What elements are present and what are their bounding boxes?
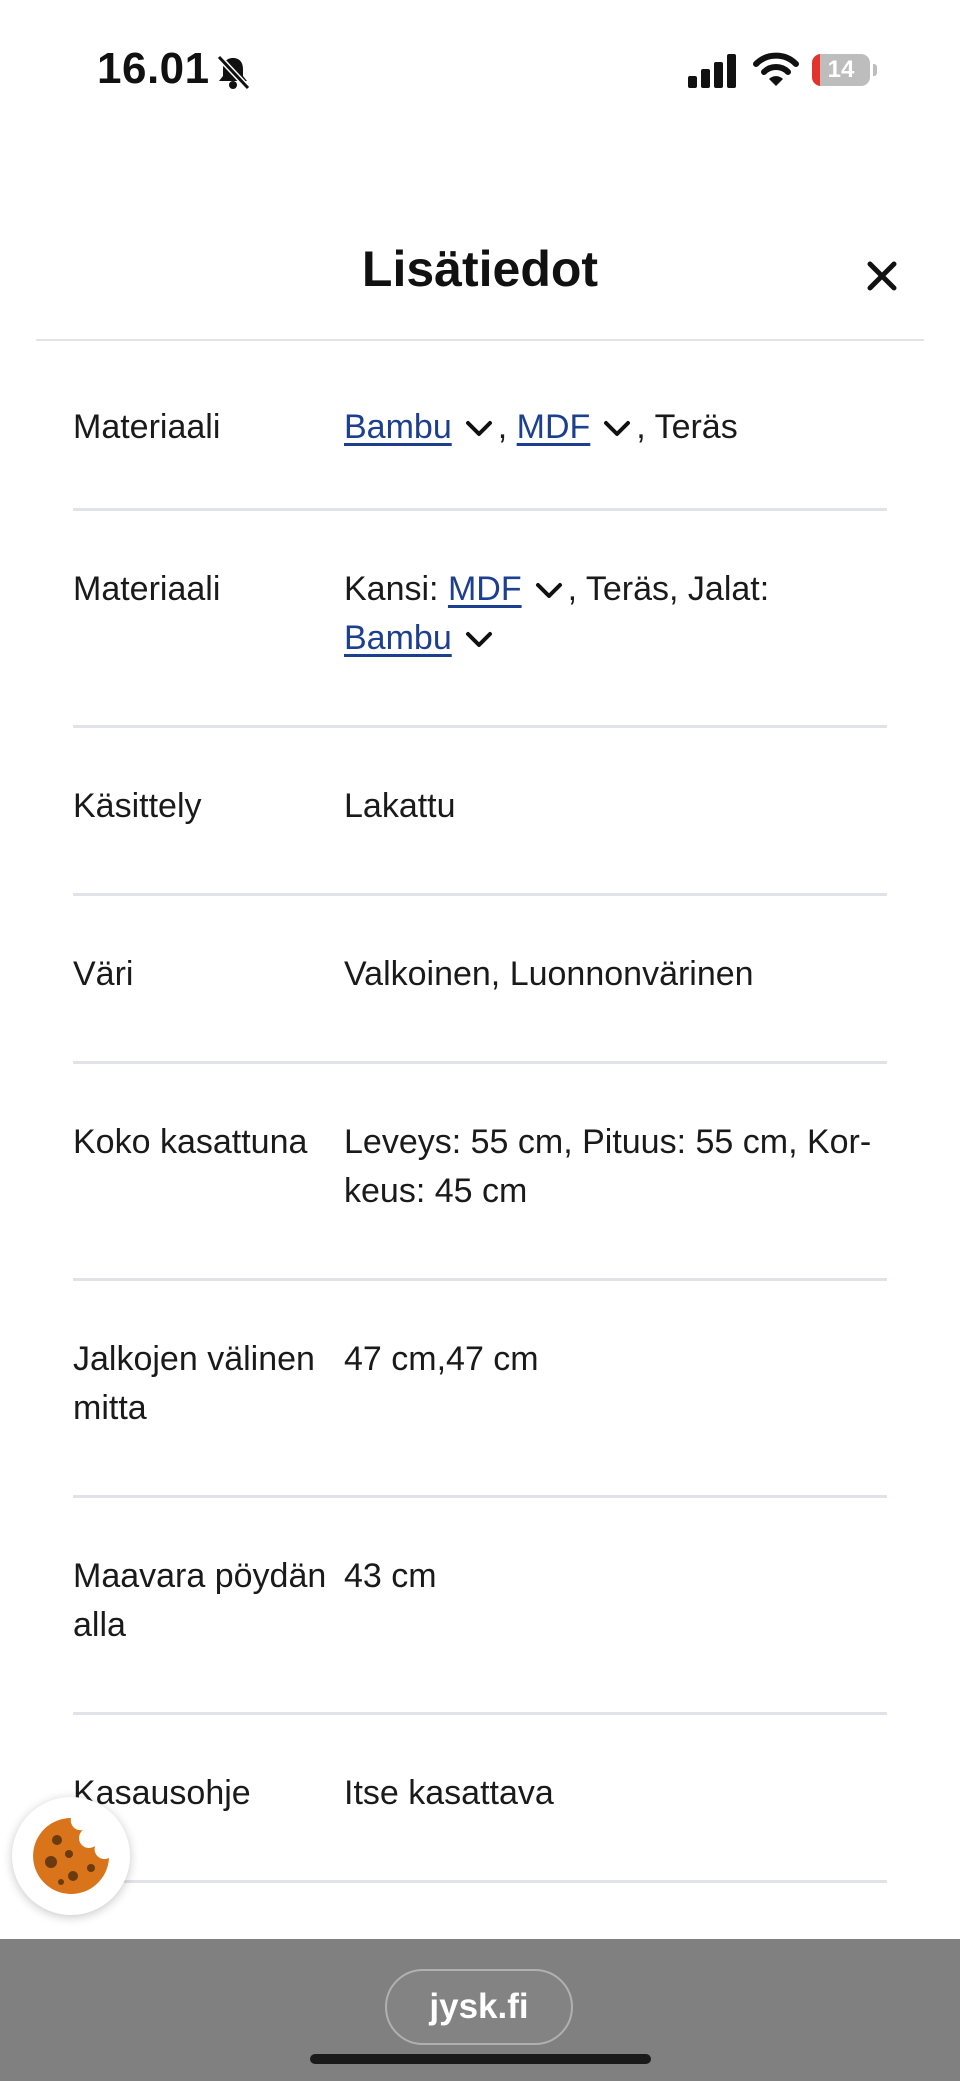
spec-row-material: Materiaali Bambu, MDF , Teräs xyxy=(73,341,887,511)
spec-label: Maavara pöydän alla xyxy=(73,1552,341,1650)
chevron-down-icon[interactable] xyxy=(464,630,494,650)
cellular-signal-icon xyxy=(688,54,736,88)
battery-icon: 14 xyxy=(812,54,878,88)
chevron-down-icon[interactable] xyxy=(602,419,632,439)
browser-bottom-bar: jysk.fi xyxy=(0,1939,960,2081)
material-link-bambu[interactable]: Bambu xyxy=(344,619,452,657)
spec-value: Leveys: 55 cm, Pituus: 55 cm, Kor- keus:… xyxy=(344,1118,887,1216)
cookie-settings-button[interactable] xyxy=(12,1797,130,1915)
spec-row-material-parts: Materiaali Kansi: MDF , Teräs, Jalat: Bam… xyxy=(73,511,887,728)
spec-label: Väri xyxy=(73,955,134,993)
spec-row-color: Väri Valkoinen, Luonnonvärinen xyxy=(73,896,887,1064)
spec-row-clearance: Maavara pöydän alla 43 cm xyxy=(73,1498,887,1715)
separator: , xyxy=(497,408,517,446)
material-text: , Teräs xyxy=(636,408,738,446)
home-indicator[interactable] xyxy=(310,2054,651,2064)
spec-value: 47 cm,47 cm xyxy=(344,1340,539,1378)
spec-value: Bambu, MDF , Teräs xyxy=(344,403,887,452)
spec-label: Jalkojen välinen mitta xyxy=(73,1335,341,1433)
spec-label: Materiaali xyxy=(73,570,221,608)
part-middle: , Teräs, Jalat: xyxy=(567,570,770,608)
material-link-bambu[interactable]: Bambu xyxy=(344,408,452,446)
wifi-icon xyxy=(753,52,799,86)
spec-label: Käsittely xyxy=(73,787,202,825)
spec-value: Lakattu xyxy=(344,787,456,825)
label-line-2: mitta xyxy=(73,1389,147,1427)
spec-value: Valkoinen, Luonnonvärinen xyxy=(344,955,754,993)
status-bar: 16.01 14 xyxy=(0,0,960,140)
spec-label: Materiaali xyxy=(73,408,221,446)
chevron-down-icon[interactable] xyxy=(464,419,494,439)
spec-value: Kansi: MDF , Teräs, Jalat: Bambu xyxy=(344,565,887,663)
spec-label: Kasausohje xyxy=(73,1774,251,1812)
chevron-down-icon[interactable] xyxy=(534,581,564,601)
material-link-mdf[interactable]: MDF xyxy=(448,570,522,608)
bell-slash-icon xyxy=(216,54,251,91)
label-line-1: Jalkojen välinen xyxy=(73,1340,315,1378)
label-line-1: Maavara pöydän xyxy=(73,1557,327,1595)
address-bar[interactable]: jysk.fi xyxy=(385,1969,573,2045)
part-prefix: Kansi: xyxy=(344,570,448,608)
size-line-1: Leveys: 55 cm, Pituus: 55 cm, Kor- xyxy=(344,1123,872,1161)
modal-title: Lisätiedot xyxy=(361,241,599,297)
spec-value: Itse kasattava xyxy=(344,1774,554,1812)
close-icon[interactable] xyxy=(862,256,902,296)
spec-value: 43 cm xyxy=(344,1557,437,1595)
spec-row-assembled-size: Koko kasattuna Leveys: 55 cm, Pituus: 55… xyxy=(73,1064,887,1281)
spec-row-assembly: Kasausohje Itse kasattava xyxy=(73,1715,887,1883)
material-link-mdf[interactable]: MDF xyxy=(517,408,591,446)
spec-row-finish: Käsittely Lakattu xyxy=(73,728,887,896)
cookie-icon xyxy=(33,1818,110,1894)
status-time: 16.01 xyxy=(97,44,210,93)
spec-label: Koko kasattuna xyxy=(73,1123,308,1161)
battery-percent: 14 xyxy=(827,56,855,83)
specifications-list: Materiaali Bambu, MDF , Teräs Materiaali … xyxy=(73,341,887,1883)
spec-row-leg-distance: Jalkojen välinen mitta 47 cm,47 cm xyxy=(73,1281,887,1498)
size-line-2: keus: 45 cm xyxy=(344,1172,528,1210)
label-line-2: alla xyxy=(73,1606,126,1644)
